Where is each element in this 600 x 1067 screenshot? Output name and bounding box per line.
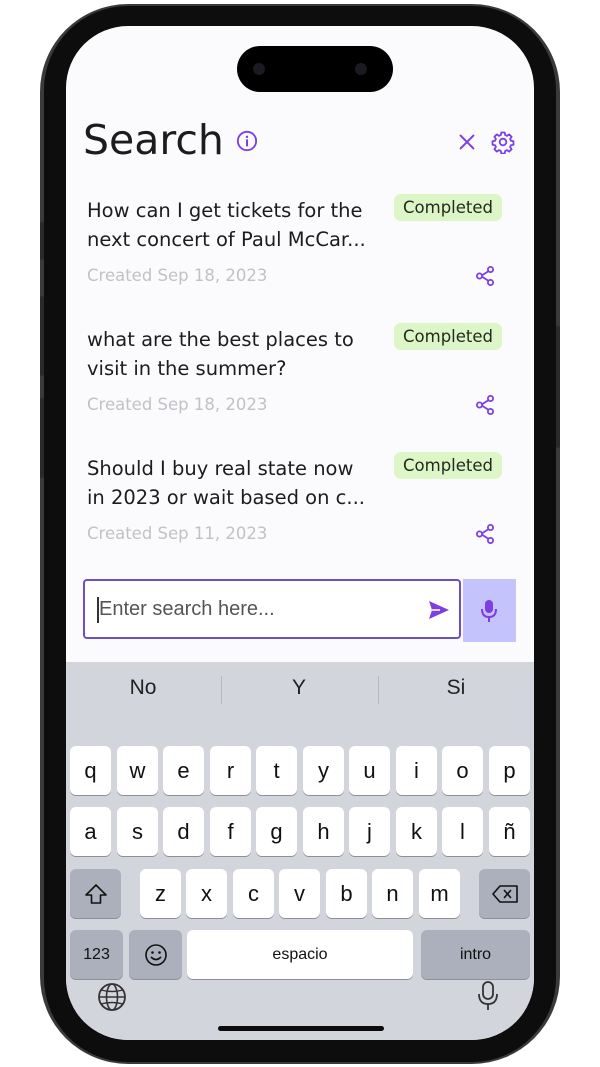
created-date: Created Sep 18, 2023: [87, 266, 268, 285]
share-icon[interactable]: [473, 522, 497, 546]
item-question-line: in 2023 or wait based on c...: [87, 486, 365, 509]
key-g[interactable]: g: [256, 807, 297, 856]
space-key[interactable]: espacio: [187, 930, 413, 979]
key-t[interactable]: t: [256, 746, 297, 795]
microphone-icon: [481, 600, 497, 622]
backspace-key[interactable]: [479, 869, 530, 918]
key-m[interactable]: m: [419, 869, 460, 918]
key-w[interactable]: w: [117, 746, 158, 795]
status-badge: Completed: [394, 452, 502, 479]
item-question-line: visit in the summer?: [87, 357, 287, 380]
key-u[interactable]: u: [349, 746, 390, 795]
share-icon[interactable]: [473, 264, 497, 288]
shift-icon: [84, 883, 107, 904]
key-n-tilde[interactable]: ñ: [489, 807, 530, 856]
screen: Search How can I get tickets for the nex…: [66, 26, 534, 1040]
camera-dot: [253, 63, 265, 75]
info-icon[interactable]: [236, 130, 258, 152]
page-title: Search: [83, 116, 224, 164]
key-y[interactable]: y: [303, 746, 344, 795]
key-a[interactable]: a: [70, 807, 111, 856]
suggestion-2[interactable]: Y: [239, 676, 359, 700]
key-p[interactable]: p: [489, 746, 530, 795]
backspace-icon: [491, 884, 518, 903]
camera-dot: [355, 63, 367, 75]
close-icon[interactable]: [456, 131, 478, 153]
gear-icon[interactable]: [491, 130, 515, 154]
key-q[interactable]: q: [70, 746, 111, 795]
item-question-line: Should I buy real state now: [87, 457, 354, 480]
numbers-key[interactable]: 123: [70, 930, 123, 979]
voice-input-button[interactable]: [463, 579, 516, 642]
created-date: Created Sep 18, 2023: [87, 395, 268, 414]
key-e[interactable]: e: [163, 746, 204, 795]
emoji-icon: [144, 943, 167, 966]
item-question: How can I get tickets for the next conce…: [87, 196, 392, 254]
power-button: [556, 326, 560, 448]
key-j[interactable]: j: [349, 807, 390, 856]
item-question-line: next concert of Paul McCar...: [87, 228, 366, 251]
key-r[interactable]: r: [210, 746, 251, 795]
key-d[interactable]: d: [163, 807, 204, 856]
item-question: what are the best places to visit in the…: [87, 325, 392, 383]
item-question: Should I buy real state now in 2023 or w…: [87, 454, 392, 512]
key-v[interactable]: v: [279, 869, 320, 918]
key-o[interactable]: o: [442, 746, 483, 795]
emoji-key[interactable]: [129, 930, 182, 979]
created-date: Created Sep 11, 2023: [87, 524, 268, 543]
status-badge: Completed: [394, 323, 502, 350]
search-input[interactable]: [99, 581, 409, 637]
suggestion-divider: [221, 676, 222, 704]
item-question-line: How can I get tickets for the: [87, 199, 363, 222]
key-h[interactable]: h: [303, 807, 344, 856]
key-z[interactable]: z: [140, 869, 181, 918]
dictation-mic-icon[interactable]: [477, 980, 499, 1012]
item-question-line: what are the best places to: [87, 328, 354, 351]
suggestion-1[interactable]: No: [83, 676, 203, 700]
key-c[interactable]: c: [233, 869, 274, 918]
key-l[interactable]: l: [442, 807, 483, 856]
return-key[interactable]: intro: [421, 930, 530, 979]
key-x[interactable]: x: [186, 869, 227, 918]
key-s[interactable]: s: [117, 807, 158, 856]
keyboard: No Y Si q w e r t y u i o p a s d f g h …: [66, 662, 534, 1040]
home-indicator[interactable]: [218, 1026, 384, 1031]
search-field[interactable]: [83, 579, 461, 639]
globe-icon[interactable]: [96, 981, 128, 1013]
suggestion-divider: [378, 676, 379, 704]
share-icon[interactable]: [473, 393, 497, 417]
dynamic-island: [237, 46, 393, 92]
key-n[interactable]: n: [372, 869, 413, 918]
suggestion-3[interactable]: Si: [396, 676, 516, 700]
key-i[interactable]: i: [396, 746, 437, 795]
key-f[interactable]: f: [210, 807, 251, 856]
status-badge: Completed: [394, 194, 502, 221]
key-b[interactable]: b: [326, 869, 367, 918]
key-k[interactable]: k: [396, 807, 437, 856]
shift-key[interactable]: [70, 869, 121, 918]
send-icon[interactable]: [427, 599, 451, 621]
